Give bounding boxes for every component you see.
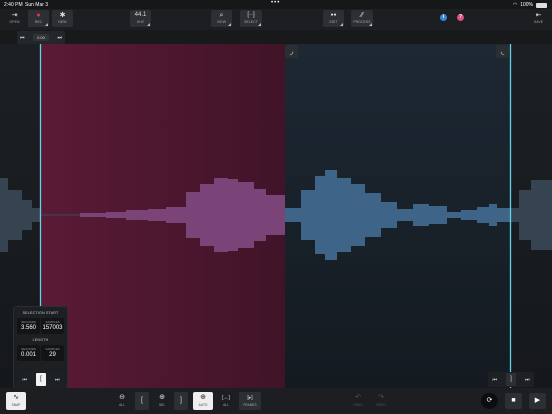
skip-forward-icon[interactable]: ⏭ [55, 377, 60, 383]
battery-percent: 100% [520, 2, 533, 8]
multitask-dots[interactable]: ••• [271, 0, 280, 6]
waveform-canvas [0, 44, 552, 388]
zoom-all-button[interactable]: ⊖ ALL [112, 392, 132, 410]
select-frames-button[interactable]: [▸] FRAMES [239, 392, 261, 410]
length-seconds-field[interactable]: SECONDS 0.001 [17, 345, 40, 361]
timeline-row [0, 30, 552, 44]
cursor-value[interactable]: 0.00 [33, 34, 49, 41]
cursor-nudge: ⏮ 0.00 ⏭ [17, 31, 65, 44]
select-all-icon: [↔] [222, 395, 230, 401]
select-button[interactable]: [··] SELECT [240, 10, 262, 27]
bracket-right-button[interactable]: ] [174, 392, 188, 410]
fade-in-button[interactable]: ◞ [285, 45, 298, 58]
info-icon[interactable]: i [440, 14, 447, 21]
set-end-button[interactable]: ] [505, 373, 516, 386]
skip-forward-icon[interactable]: ⏭ [525, 377, 530, 383]
selection-start-nudge: ⏮ [ ⏭ [18, 372, 64, 387]
view-button[interactable]: ⌕ VIEW [211, 10, 232, 27]
process-button[interactable]: ⁄⁄ PROCESS [351, 10, 373, 27]
save-icon: ⇤ [535, 12, 542, 19]
battery-icon [536, 2, 547, 8]
select-all-button[interactable]: [↔] ALL [216, 392, 236, 410]
help-icon[interactable]: ? [457, 14, 464, 21]
zoom-out-icon: ⊖ [119, 394, 125, 401]
wifi-icon: ◠ [512, 2, 518, 8]
undo-button[interactable]: ↶ UNDO [348, 392, 368, 410]
wand-icon: ⁄⁄ [360, 12, 364, 19]
stop-button[interactable]: ■ [505, 393, 522, 409]
frames-icon: [▸] [247, 395, 253, 401]
record-icon: ● [36, 12, 41, 19]
play-button[interactable]: ▶ [529, 393, 546, 409]
bottom-toolbar: ∿ SNAP ⊖ ALL [ ⊕ SEL ] ⊕ AUTO [↔] ALL [▸… [0, 388, 552, 414]
new-button[interactable]: ✱ NEW [52, 10, 73, 27]
loop-button[interactable]: ⟳ [481, 393, 498, 409]
snap-button[interactable]: ∿ SNAP [6, 392, 26, 410]
zoom-selection-button[interactable]: ⊕ SEL [151, 392, 173, 410]
edit-icon: ●● [330, 12, 337, 18]
selection-start-title: SELECTION START [22, 311, 59, 315]
open-icon: ⇥ [11, 12, 18, 19]
status-right: ◠ 100% [513, 2, 547, 8]
start-seconds-field[interactable]: SECONDS 3.560 [17, 318, 40, 334]
new-icon: ✱ [59, 12, 66, 19]
zoom-auto-button[interactable]: ⊕ AUTO [193, 392, 213, 410]
edit-button[interactable]: ●● EDIT [323, 10, 344, 27]
undo-icon: ↶ [355, 394, 361, 401]
sample-rate-button[interactable]: 44.1 KHZ [130, 10, 151, 27]
length-title: LENGTH [32, 338, 49, 342]
open-button[interactable]: ⇥ OPEN [4, 10, 25, 27]
set-start-button[interactable]: [ [35, 373, 46, 386]
skip-forward-icon[interactable]: ⏭ [57, 35, 62, 41]
select-icon: [··] [247, 12, 255, 18]
zoom-in-icon: ⊕ [200, 394, 206, 401]
selection-end-nudge: ⏮ ] ⏭ [488, 372, 534, 387]
skip-back-icon[interactable]: ⏮ [22, 377, 27, 383]
start-samples-field[interactable]: SAMPLES 157003 [41, 318, 64, 334]
status-date: Sun Mar 3 [25, 2, 49, 8]
status-bar: 2:40 PM Sun Mar 3 ••• ◠ 100% [0, 0, 552, 9]
redo-icon: ↷ [378, 394, 384, 401]
save-button[interactable]: ⇤ SAVE [528, 10, 549, 27]
skip-back-icon[interactable]: ⏮ [20, 35, 25, 41]
fade-out-button[interactable]: ◟ [496, 45, 509, 58]
bracket-left-button[interactable]: [ [135, 392, 149, 410]
zoom-in-icon: ⊕ [159, 394, 165, 401]
status-time: 2:40 PM [4, 2, 23, 8]
length-samples-field[interactable]: SAMPLES 29 [41, 345, 64, 361]
snap-icon: ∿ [13, 394, 19, 401]
skip-back-icon[interactable]: ⏮ [492, 377, 497, 383]
record-button[interactable]: ● REC [28, 10, 49, 27]
top-toolbar: ⇥ OPEN ● REC ✱ NEW 44.1 KHZ ⌕ VIEW [··] … [0, 9, 552, 30]
redo-button[interactable]: ↷ REDO [371, 392, 391, 410]
waveform-view[interactable]: ◞ ◟ [0, 44, 552, 388]
zoom-icon: ⌕ [219, 12, 224, 19]
